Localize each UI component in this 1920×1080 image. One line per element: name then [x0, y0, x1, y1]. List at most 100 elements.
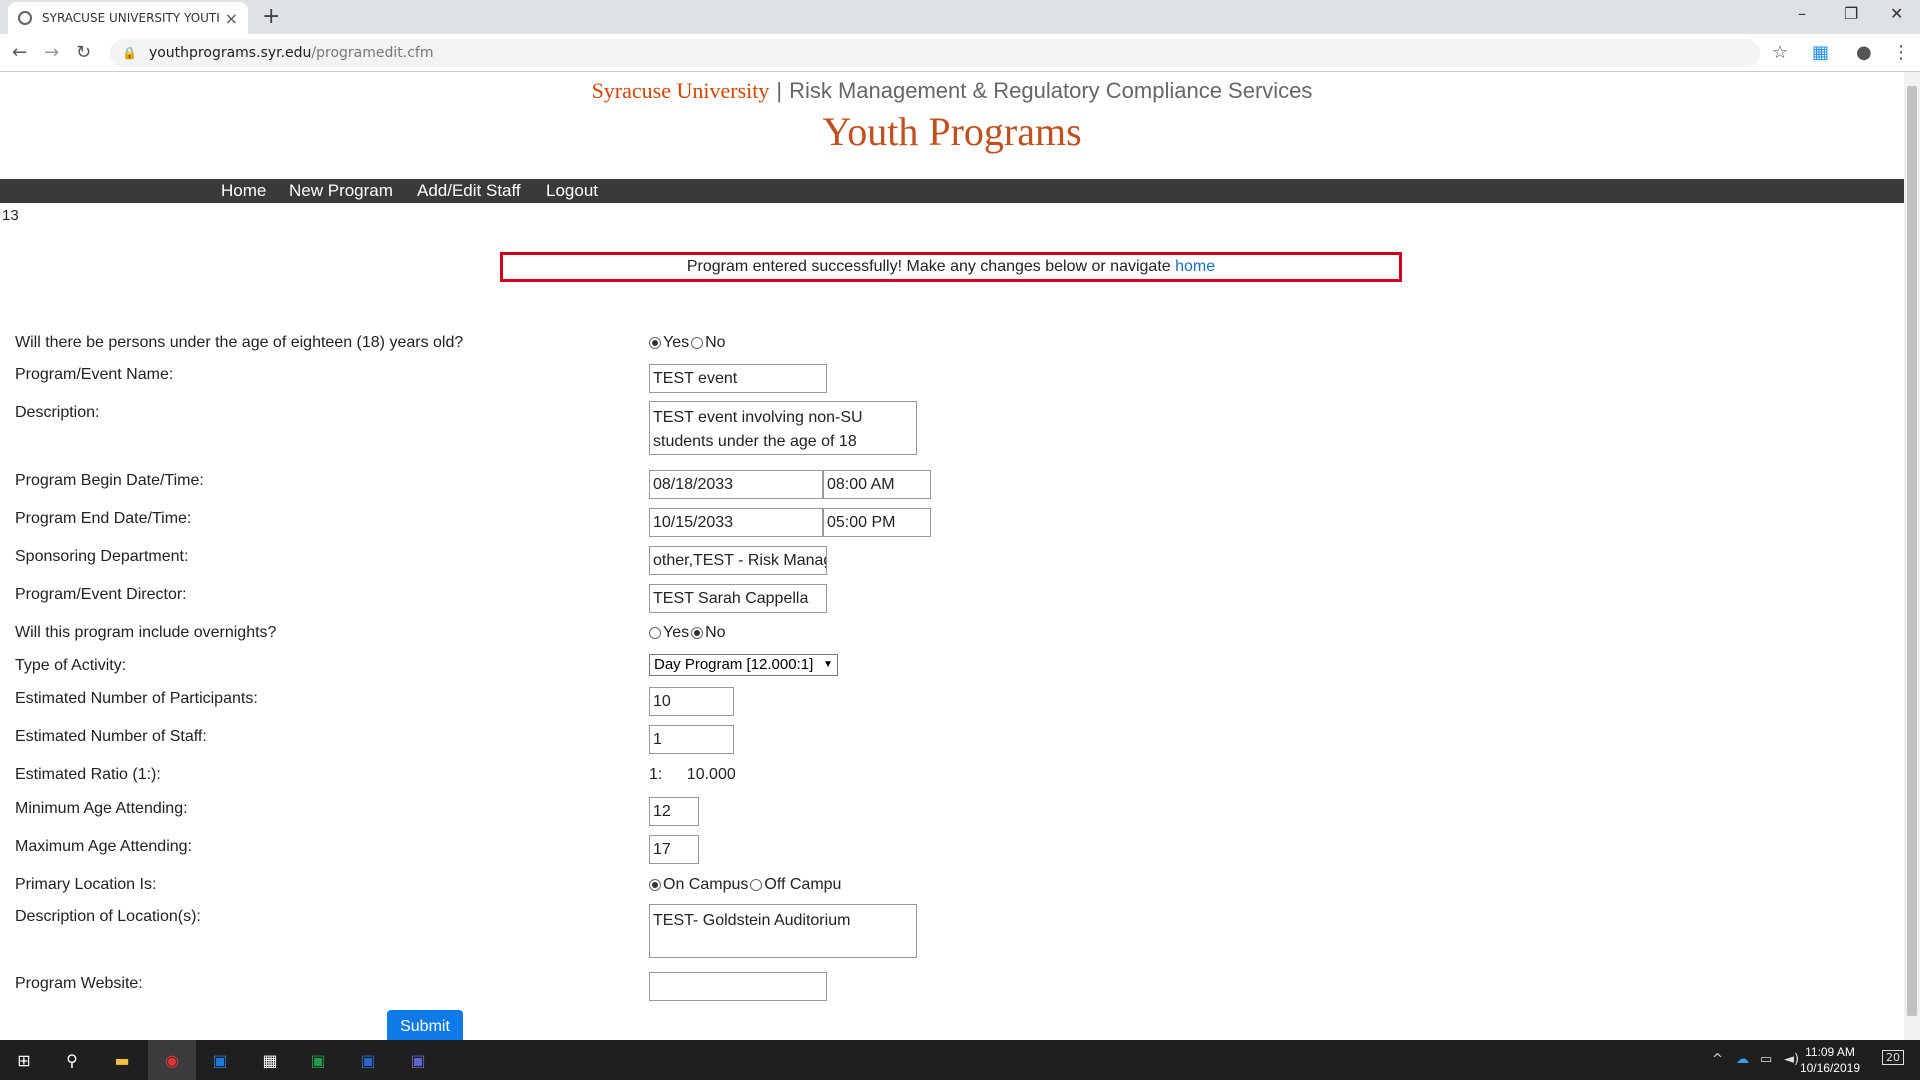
chrome-icon[interactable]: ◉	[148, 1040, 196, 1080]
system-clock[interactable]: 11:09 AM 10/16/2019	[1800, 1044, 1860, 1076]
ratio-number: 10.000	[686, 766, 736, 783]
location-radio-group: On Campus Off Campu	[649, 876, 841, 894]
overnight-no-radio[interactable]	[691, 627, 704, 639]
begin-date-input[interactable]: 08/18/2033	[649, 470, 823, 499]
success-alert: Program entered successfully! Make any c…	[500, 252, 1402, 282]
participants-input[interactable]: 10	[649, 687, 734, 716]
description-label: Description:	[15, 404, 100, 421]
lock-icon: 🔒	[122, 46, 137, 60]
teams-icon[interactable]: ▣	[406, 1048, 430, 1072]
alert-home-link[interactable]: home	[1175, 258, 1215, 275]
file-explorer-icon[interactable]: ▬	[110, 1048, 134, 1072]
participants-label: Estimated Number of Participants:	[15, 690, 258, 707]
website-input[interactable]	[649, 972, 827, 1001]
overnight-radio-group: Yes No	[649, 624, 726, 642]
location-off-campus-radio[interactable]	[750, 879, 763, 891]
bookmark-star-icon[interactable]: ☆	[1772, 42, 1788, 63]
under18-yes-radio[interactable]	[649, 337, 661, 349]
header-separator: |	[776, 78, 783, 103]
forward-icon[interactable]: →	[44, 42, 59, 63]
windows-taskbar: ⊞ ⚲ ▬ ◉ ▣ ▦ ▣ ▣ ▣ ^ ☁ ▭ ◄) 11:09 AM 10/1…	[0, 1040, 1920, 1080]
activity-selected-value: Day Program [12.000:1]	[654, 656, 814, 673]
min-age-label: Minimum Age Attending:	[15, 800, 188, 817]
browser-tab[interactable]: SYRACUSE UNIVERSITY YOUTH P ×	[8, 2, 248, 34]
submit-button[interactable]: Submit	[387, 1010, 463, 1040]
max-age-label: Maximum Age Attending:	[15, 838, 192, 855]
clock-date: 10/16/2019	[1799, 1061, 1860, 1075]
begin-time-input[interactable]: 08:00 AM	[823, 470, 931, 499]
success-message: Program entered successfully! Make any c…	[686, 258, 1176, 275]
excel-icon[interactable]: ▣	[306, 1048, 330, 1072]
windows-start-icon[interactable]: ⊞	[12, 1048, 36, 1072]
windows-extension-icon[interactable]: ▦	[1812, 42, 1829, 63]
location-desc-textarea[interactable]: TEST- Goldstein Auditorium	[649, 904, 917, 958]
page-scrollbar[interactable]	[1904, 72, 1920, 1040]
nav-new-program[interactable]: New Program	[289, 181, 393, 201]
max-age-input[interactable]: 17	[649, 835, 699, 864]
overnight-no-label: No	[705, 624, 726, 641]
department-name[interactable]: Risk Management & Regulatory Compliance …	[789, 78, 1312, 103]
browser-toolbar: ← → ↻ 🔒 youthprograms.syr.edu/programedi…	[0, 34, 1920, 72]
nav-home[interactable]: Home	[221, 181, 266, 201]
activity-label: Type of Activity:	[15, 657, 127, 674]
address-bar[interactable]: 🔒 youthprograms.syr.edu/programedit.cfm	[110, 39, 1760, 67]
director-input[interactable]: TEST Sarah Cappella	[649, 584, 827, 613]
close-tab-icon[interactable]: ×	[225, 9, 238, 28]
overnight-yes-label: Yes	[663, 624, 690, 641]
back-icon[interactable]: ←	[12, 42, 27, 63]
calculator-icon[interactable]: ▦	[258, 1048, 282, 1072]
ratio-label: Estimated Ratio (1:):	[15, 766, 161, 783]
word-icon[interactable]: ▣	[356, 1048, 380, 1072]
scrollbar-thumb[interactable]	[1907, 86, 1917, 1016]
ratio-prefix: 1:	[649, 766, 663, 783]
location-on-campus-radio[interactable]	[649, 879, 661, 891]
under18-radio-group: Yes No	[649, 334, 726, 352]
description-textarea[interactable]: TEST event involving non-SU students und…	[649, 401, 917, 455]
network-icon[interactable]: ▭	[1760, 1052, 1772, 1067]
sponsor-input[interactable]: other,TEST - Risk Manage	[649, 546, 827, 575]
profile-icon[interactable]: ●	[1856, 42, 1872, 63]
record-id: 13	[2, 207, 19, 224]
location-label: Primary Location Is:	[15, 876, 157, 893]
page-title: Youth Programs	[822, 109, 1082, 154]
min-age-input[interactable]: 12	[649, 797, 699, 826]
outlook-icon[interactable]: ▣	[208, 1048, 232, 1072]
name-label: Program/Event Name:	[15, 366, 174, 383]
url-path: /programedit.cfm	[311, 45, 434, 61]
under18-yes-label: Yes	[663, 334, 690, 351]
nav-logout[interactable]: Logout	[546, 181, 598, 201]
dropdown-arrow-icon: ▼	[823, 659, 833, 670]
begin-label: Program Begin Date/Time:	[15, 472, 204, 489]
close-window-icon[interactable]: ✕	[1890, 4, 1903, 23]
browser-tab-bar: SYRACUSE UNIVERSITY YOUTH P × + – ❐ ✕	[0, 0, 1920, 34]
onedrive-icon[interactable]: ☁	[1736, 1052, 1749, 1067]
sponsor-label: Sponsoring Department:	[15, 548, 189, 565]
nav-add-edit-staff[interactable]: Add/Edit Staff	[417, 181, 521, 201]
tray-chevron-icon[interactable]: ^	[1712, 1052, 1723, 1067]
staff-label: Estimated Number of Staff:	[15, 728, 207, 745]
ratio-value: 1: 10.000	[649, 766, 736, 784]
end-time-input[interactable]: 05:00 PM	[823, 508, 931, 537]
new-tab-icon[interactable]: +	[262, 4, 280, 29]
minimize-icon[interactable]: –	[1798, 4, 1806, 23]
activity-select[interactable]: Day Program [12.000:1] ▼	[649, 654, 838, 676]
search-icon[interactable]: ⚲	[60, 1048, 84, 1072]
name-input[interactable]: TEST event	[649, 364, 827, 393]
volume-icon[interactable]: ◄)	[1784, 1052, 1799, 1067]
notifications-icon[interactable]: 20	[1882, 1050, 1904, 1065]
end-date-input[interactable]: 10/15/2033	[649, 508, 823, 537]
reload-icon[interactable]: ↻	[76, 42, 91, 63]
menu-kebab-icon[interactable]: ⋮	[1892, 42, 1910, 63]
under18-no-radio[interactable]	[691, 337, 704, 349]
staff-input[interactable]: 1	[649, 725, 734, 754]
restore-icon[interactable]: ❐	[1844, 4, 1858, 23]
director-label: Program/Event Director:	[15, 586, 187, 603]
page-content: Syracuse University | Risk Management & …	[0, 72, 1904, 1040]
under18-no-label: No	[705, 334, 726, 351]
location-off-campus-label: Off Campu	[764, 876, 842, 893]
overnight-yes-radio[interactable]	[649, 627, 661, 639]
site-favicon-icon	[18, 11, 32, 25]
university-name[interactable]: Syracuse University	[592, 78, 770, 103]
url-host: youthprograms.syr.edu	[148, 45, 312, 61]
location-desc-label: Description of Location(s):	[15, 908, 201, 925]
